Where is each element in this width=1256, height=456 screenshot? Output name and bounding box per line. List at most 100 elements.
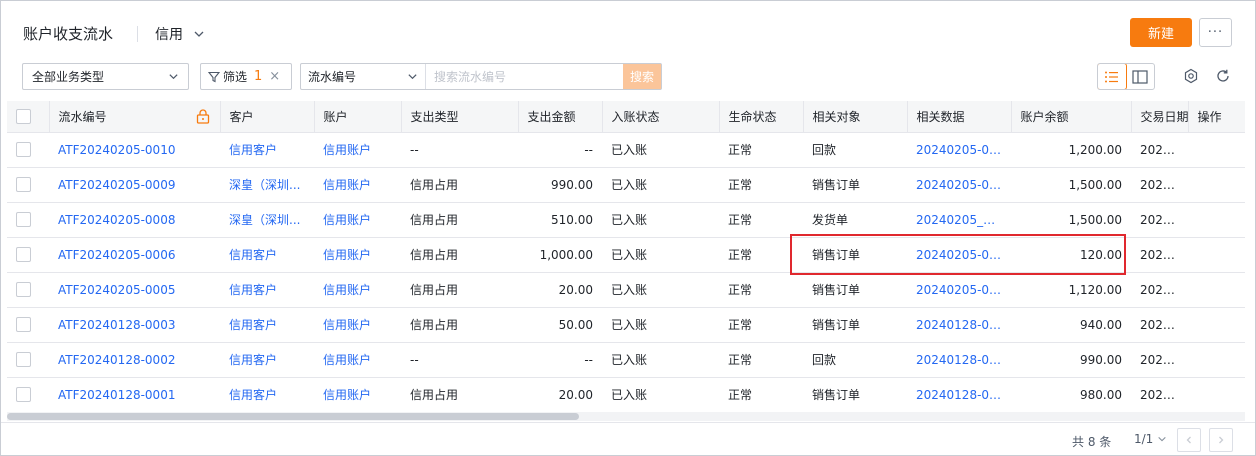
column-header[interactable]: 相关对象 [802, 101, 907, 133]
table-cell[interactable]: 信用客户 [220, 377, 314, 412]
table-cell[interactable]: ATF20240205-0009 [49, 167, 220, 203]
table-row[interactable]: ATF20240205-0010 信用客户 信用账户 -- -- 已入账 正常 回款 20240… [7, 132, 1245, 168]
more-button[interactable]: ··· [1199, 18, 1232, 47]
prev-page-button[interactable] [1177, 428, 1201, 452]
table-row[interactable]: ATF20240205-0006 信用客户 信用账户 信用占用 1,000.00 已入账正… [7, 237, 1245, 273]
table-cell[interactable]: ATF20240205-0006 [49, 237, 220, 273]
search-input[interactable] [426, 64, 623, 89]
table-cell[interactable]: 信用账户 [314, 377, 401, 412]
table-cell[interactable]: 信用客户 [220, 342, 314, 378]
search-field-select[interactable]: 流水编号 [301, 64, 426, 89]
row-checkbox[interactable] [16, 352, 31, 367]
filter-button[interactable]: 筛选 1 × [200, 63, 292, 90]
scrollbar-thumb[interactable] [7, 413, 579, 420]
filter-label: 筛选 [223, 70, 248, 84]
table-cell[interactable]: 信用客户 [220, 237, 314, 273]
row-checkbox[interactable] [16, 317, 31, 332]
row-checkbox[interactable] [16, 282, 31, 297]
business-type-select[interactable]: 全部业务类型 [22, 63, 189, 90]
row-checkbox[interactable] [16, 142, 31, 157]
table-cell[interactable]: 信用账户 [314, 202, 401, 238]
actions-cell [1188, 342, 1245, 378]
next-page-button[interactable] [1209, 428, 1233, 452]
table-cell[interactable]: 深皇（深圳... [220, 167, 314, 203]
table-cell: 2024-01 [1131, 377, 1188, 412]
table-cell[interactable]: 信用客户 [220, 132, 314, 168]
view-selector[interactable]: 信用 [155, 24, 205, 44]
table-cell: 2024-02 [1131, 132, 1188, 168]
table-cell: 940.00 [1011, 307, 1131, 343]
table-cell[interactable]: 信用账户 [314, 342, 401, 378]
table-cell[interactable]: 深皇（深圳... [220, 202, 314, 238]
table-cell[interactable]: ATF20240205-0005 [49, 272, 220, 308]
row-checkbox[interactable] [16, 387, 31, 402]
table-cell[interactable]: ATF20240205-0010 [49, 132, 220, 168]
table-cell[interactable]: ATF20240128-0002 [49, 342, 220, 378]
row-checkbox[interactable] [16, 212, 31, 227]
table-cell[interactable]: 20240205-00... [907, 132, 1011, 168]
row-checkbox[interactable] [16, 177, 31, 192]
settings-icon[interactable] [1182, 67, 1200, 85]
chevron-down-icon [408, 74, 417, 80]
table-cell: 120.00 [1011, 237, 1131, 273]
table-cell: -- [401, 342, 518, 378]
table-cell: 正常 [719, 307, 803, 343]
table-cell[interactable]: 信用客户 [220, 272, 314, 308]
column-header[interactable]: 客户 [219, 101, 314, 133]
table-cell[interactable]: 20240128-00... [907, 307, 1011, 343]
column-header[interactable]: 支出金额 [517, 101, 602, 133]
table-cell[interactable]: ATF20240205-0008 [49, 202, 220, 238]
table-row[interactable]: ATF20240128-0002 信用客户 信用账户 -- -- 已入账 正常 回款 20240… [7, 342, 1245, 378]
table-row[interactable]: ATF20240128-0003 信用客户 信用账户 信用占用 50.00 已入账 正常 销售… [7, 307, 1245, 343]
table-cell[interactable]: 信用账户 [314, 132, 401, 168]
column-header[interactable]: 流水编号 [48, 101, 220, 133]
table-cell: 正常 [719, 202, 803, 238]
table-cell[interactable]: 20240205-00... [907, 167, 1011, 203]
table-cell[interactable]: ATF20240128-0003 [49, 307, 220, 343]
lock-icon[interactable] [196, 109, 210, 124]
search-button[interactable]: 搜索 [623, 64, 661, 89]
table-cell[interactable]: 信用客户 [220, 307, 314, 343]
page-select[interactable]: 1/1 [1134, 432, 1167, 446]
table-cell: 已入账 [602, 272, 719, 308]
new-button[interactable]: 新建 [1130, 18, 1192, 47]
table-cell: -- [518, 132, 602, 168]
table-cell[interactable]: ATF20240128-0001 [49, 377, 220, 412]
column-header[interactable]: 生命状态 [718, 101, 803, 133]
column-header[interactable]: 账户 [313, 101, 401, 133]
table-cell[interactable]: 20240128-00... [907, 377, 1011, 412]
column-header[interactable]: 入账状态 [601, 101, 719, 133]
column-header[interactable]: 账户余额 [1010, 101, 1131, 133]
column-header[interactable]: 相关数据 [906, 101, 1011, 133]
table-row[interactable]: ATF20240205-0009 深皇（深圳... 信用账户 信用占用 990.00 已入… [7, 167, 1245, 203]
refresh-icon[interactable] [1214, 67, 1232, 85]
actions-cell [1188, 307, 1245, 343]
table-cell[interactable]: 信用账户 [314, 272, 401, 308]
table-row[interactable]: ATF20240128-0001 信用客户 信用账户 信用占用 20.00 已入账 正常 销售… [7, 377, 1245, 412]
filter-clear-icon[interactable]: × [269, 69, 280, 84]
column-header[interactable]: 交易日期 [1130, 101, 1188, 133]
table-cell: 2024-01 [1131, 342, 1188, 378]
table-cell: 2024-02 [1131, 167, 1188, 203]
table-cell[interactable]: 20240205-00... [907, 272, 1011, 308]
split-view-button[interactable] [1126, 64, 1154, 89]
chevron-left-icon [1186, 436, 1191, 444]
select-all-checkbox[interactable] [16, 108, 31, 124]
horizontal-scrollbar[interactable] [7, 412, 1245, 421]
table-cell[interactable]: 20240205-00... [907, 237, 1011, 273]
title-divider [137, 26, 138, 42]
list-view-button[interactable] [1098, 64, 1127, 89]
table-cell[interactable]: 信用账户 [314, 167, 401, 203]
total-count: 共 8 条 [1072, 435, 1112, 449]
table-cell: 回款 [803, 342, 907, 378]
table-cell[interactable]: 20240205_0... [907, 202, 1011, 238]
table-cell[interactable]: 信用账户 [314, 307, 401, 343]
table-row[interactable]: ATF20240205-0008 深皇（深圳... 信用账户 信用占用 510.00 已入… [7, 202, 1245, 238]
column-header[interactable]: 支出类型 [400, 101, 518, 133]
table-row[interactable]: ATF20240205-0005 信用客户 信用账户 信用占用 20.00 已入账 正常 销售… [7, 272, 1245, 308]
row-checkbox[interactable] [16, 247, 31, 262]
table-cell[interactable]: 20240128-00... [907, 342, 1011, 378]
table-cell[interactable]: 信用账户 [314, 237, 401, 273]
actions-cell [1188, 272, 1245, 308]
chevron-down-icon [169, 74, 178, 80]
